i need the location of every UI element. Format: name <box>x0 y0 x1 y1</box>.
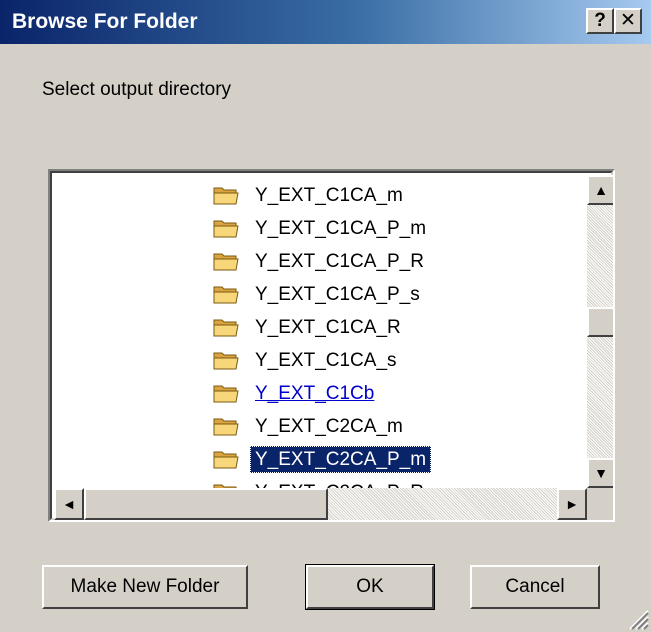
help-button[interactable]: ? <box>586 8 614 34</box>
scrollbar-corner <box>587 488 613 520</box>
folder-icon <box>213 449 239 469</box>
tree-item[interactable]: Y_EXT_C2CA_P_R <box>54 476 585 488</box>
folder-icon <box>213 218 239 238</box>
up-arrow-icon: ▲ <box>594 182 608 198</box>
tree-item-label: Y_EXT_C1CA_s <box>255 350 397 371</box>
resize-grip-icon[interactable] <box>627 608 649 630</box>
tree-item[interactable]: Y_EXT_C1CA_P_R <box>54 245 585 278</box>
tree-item[interactable]: Y_EXT_C1Cb <box>54 377 585 410</box>
cancel-button[interactable]: Cancel <box>470 565 600 609</box>
tree-item-label: Y_EXT_C2CA_m <box>255 416 403 437</box>
horizontal-scrollbar[interactable]: ◄ ► <box>54 488 587 520</box>
vertical-scrollbar[interactable]: ▲ ▼ <box>587 175 613 488</box>
scroll-left-button[interactable]: ◄ <box>54 488 84 520</box>
tree-item[interactable]: Y_EXT_C1CA_P_m <box>54 212 585 245</box>
left-arrow-icon: ◄ <box>62 496 76 512</box>
prompt-text: Select output directory <box>42 79 232 100</box>
tree-item-label: Y_EXT_C1Cb <box>255 383 375 404</box>
tree-item-label: Y_EXT_C2CA_P_m <box>250 446 432 473</box>
right-arrow-icon: ► <box>565 496 579 512</box>
scroll-right-button[interactable]: ► <box>557 488 587 520</box>
folder-icon <box>213 251 239 271</box>
tree-item-label: Y_EXT_C2CA_P_R <box>250 479 429 488</box>
close-button[interactable]: ✕ <box>614 8 642 34</box>
vertical-scroll-thumb[interactable] <box>587 307 613 337</box>
folder-icon <box>213 284 239 304</box>
tree-item[interactable]: Y_EXT_C2CA_m <box>54 410 585 443</box>
folder-icon <box>213 317 239 337</box>
folder-tree[interactable]: Y_EXT_C1CA_m Y_EXT_C1CA_P_m Y_EXT_C1CA_P_R… <box>54 175 585 488</box>
folder-icon <box>213 185 239 205</box>
title-bar[interactable]: Browse For Folder ? ✕ <box>0 0 651 44</box>
tree-item-label: Y_EXT_C1CA_R <box>255 317 401 338</box>
window-title: Browse For Folder <box>12 10 198 33</box>
tree-item-label: Y_EXT_C1CA_m <box>255 185 403 206</box>
scroll-up-button[interactable]: ▲ <box>587 175 613 205</box>
folder-icon <box>213 416 239 436</box>
scroll-down-button[interactable]: ▼ <box>587 458 613 488</box>
make-new-folder-button[interactable]: Make New Folder <box>42 565 248 609</box>
folder-icon <box>213 350 239 370</box>
tree-item-label: Y_EXT_C1CA_P_R <box>255 251 424 272</box>
tree-item[interactable]: Y_EXT_C2CA_P_m <box>54 443 585 476</box>
tree-item[interactable]: Y_EXT_C1CA_R <box>54 311 585 344</box>
tree-item[interactable]: Y_EXT_C1CA_P_s <box>54 278 585 311</box>
ok-button[interactable]: OK <box>305 564 435 610</box>
folder-tree-frame: Y_EXT_C1CA_m Y_EXT_C1CA_P_m Y_EXT_C1CA_P_R… <box>48 169 615 522</box>
tree-item-label: Y_EXT_C1CA_P_m <box>255 218 427 239</box>
down-arrow-icon: ▼ <box>594 465 608 481</box>
tree-item[interactable]: Y_EXT_C1CA_s <box>54 344 585 377</box>
folder-icon <box>213 383 239 403</box>
tree-item[interactable]: Y_EXT_C1CA_m <box>54 179 585 212</box>
tree-item-label: Y_EXT_C1CA_P_s <box>255 284 420 305</box>
horizontal-scroll-thumb[interactable] <box>84 488 328 520</box>
